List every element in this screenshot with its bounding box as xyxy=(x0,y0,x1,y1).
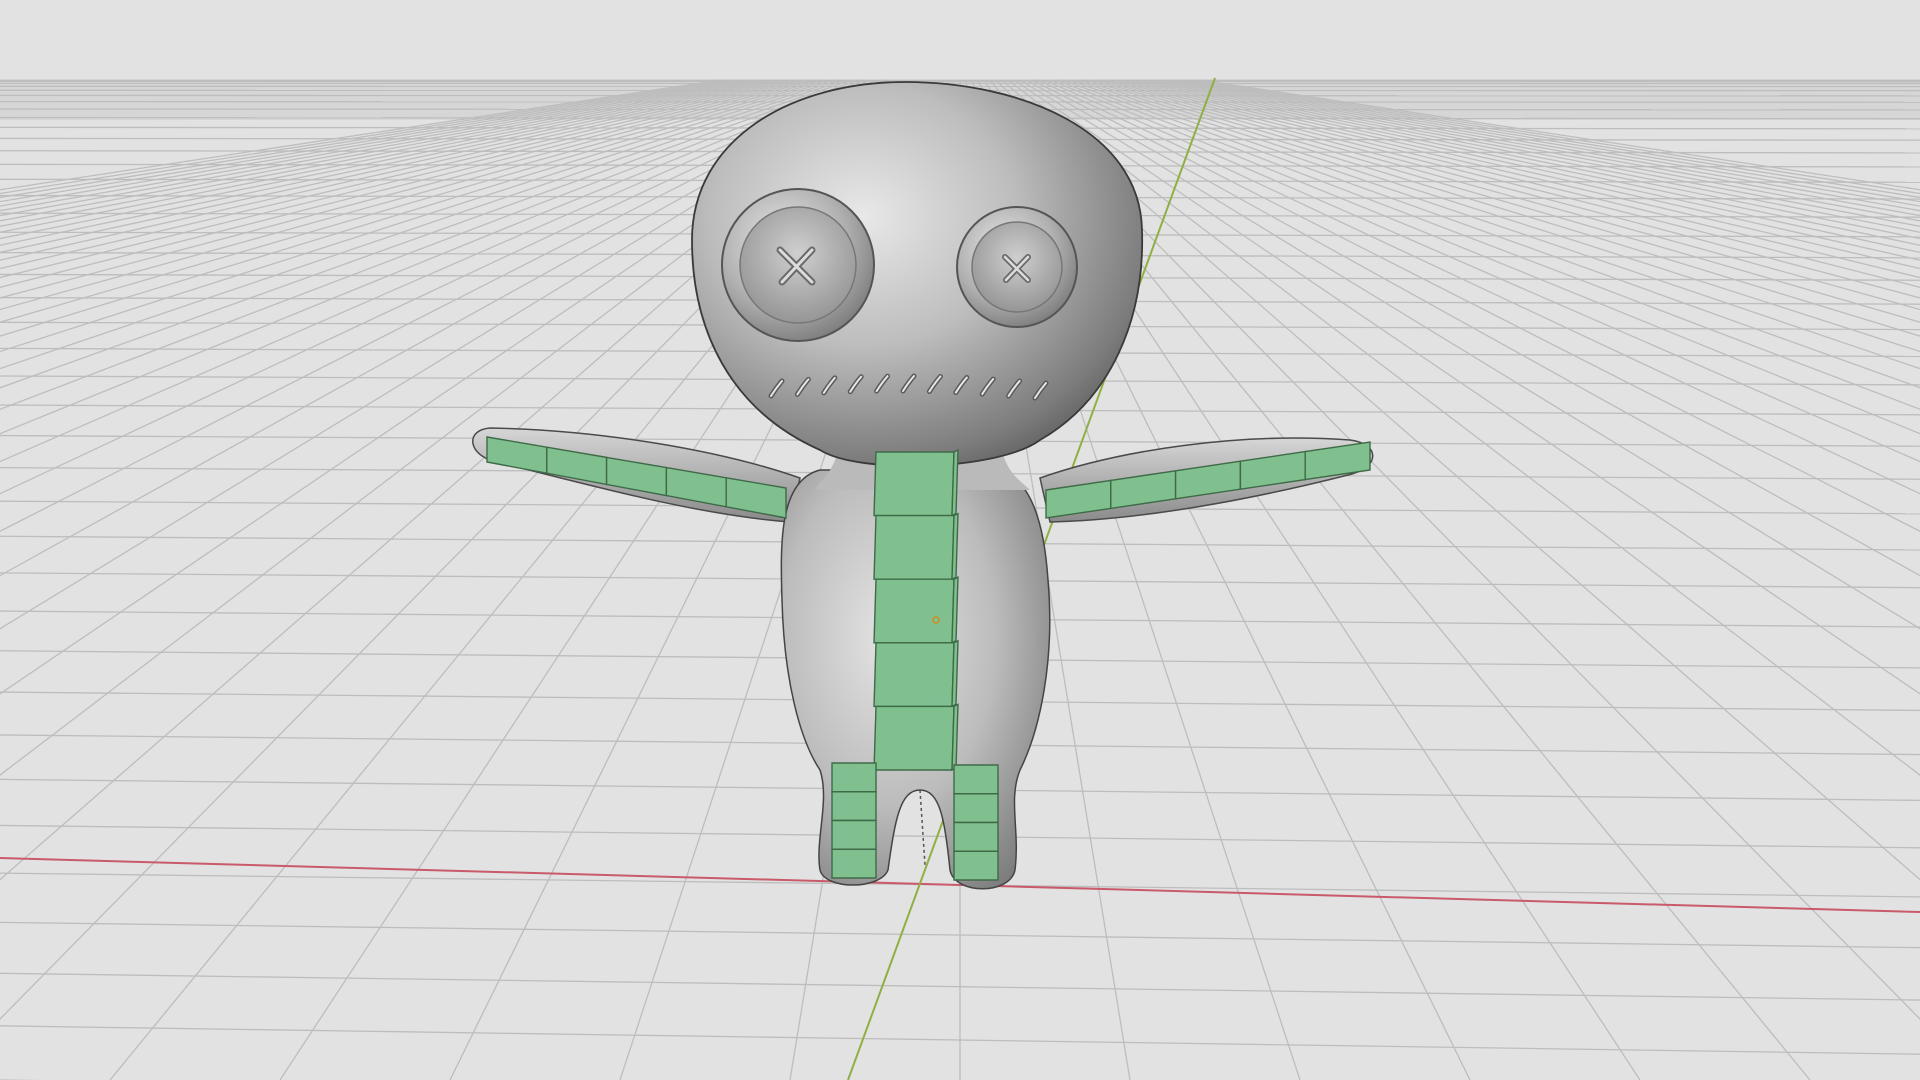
left-leg-bone[interactable] xyxy=(831,819,877,850)
left-leg-bone[interactable] xyxy=(831,762,877,793)
3d-viewport[interactable] xyxy=(0,0,1920,1080)
left-leg-bone[interactable] xyxy=(831,791,877,822)
left-button-eye[interactable] xyxy=(721,188,875,342)
right-leg-bone[interactable] xyxy=(953,850,999,881)
right-button-eye[interactable] xyxy=(956,206,1078,328)
spine-bone[interactable] xyxy=(873,578,955,644)
spine-bone[interactable] xyxy=(873,705,955,771)
left-leg-bone[interactable] xyxy=(831,848,877,879)
spine-bone[interactable] xyxy=(873,514,955,580)
right-leg-bone[interactable] xyxy=(953,821,999,852)
spine-bone[interactable] xyxy=(873,642,955,708)
spine-bone[interactable] xyxy=(873,451,955,517)
right-leg-bone[interactable] xyxy=(953,793,999,824)
viewport-canvas[interactable] xyxy=(0,0,1920,1080)
right-leg-bone[interactable] xyxy=(953,764,999,795)
